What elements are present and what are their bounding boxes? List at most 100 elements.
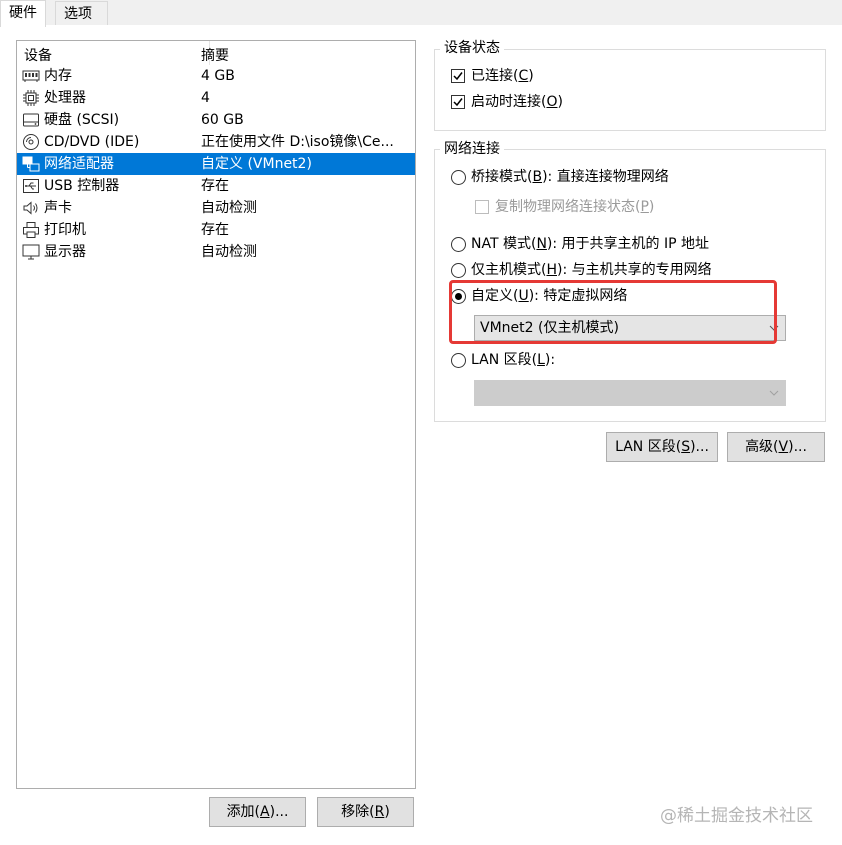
device-row-processor[interactable]: 处理器 4 <box>17 87 415 109</box>
advanced-suffix: )... <box>788 439 807 455</box>
lan-segments-text: LAN 区段( <box>615 439 682 455</box>
connect-at-power-on-checkbox[interactable] <box>451 95 465 109</box>
connect-at-power-on-suffix: ) <box>557 94 563 110</box>
replicate-state-label[interactable]: 复制物理网络连接状态(P) <box>495 198 654 216</box>
device-row-hard-disk[interactable]: 硬盘 (SCSI) 60 GB <box>17 109 415 131</box>
add-access-key: A <box>260 804 270 820</box>
device-row-memory[interactable]: 内存 4 GB <box>17 65 415 87</box>
device-list[interactable]: 设备 摘要 内存 4 GB 处理器 4 硬盘 (SCSI) 60 GB CD/D… <box>16 40 416 789</box>
advanced-button[interactable]: 高级(V)... <box>727 432 825 462</box>
column-header-summary[interactable]: 摘要 <box>201 45 229 65</box>
bridged-text: 桥接模式( <box>471 169 533 185</box>
replicate-state-checkbox[interactable] <box>475 200 489 214</box>
add-label: 添加( <box>226 804 261 820</box>
replicate-state-text: 复制物理网络连接状态( <box>495 199 641 215</box>
bridged-label[interactable]: 桥接模式(B): 直接连接物理网络 <box>471 168 669 186</box>
device-row-display[interactable]: 显示器 自动检测 <box>17 241 415 263</box>
tab-hardware[interactable]: 硬件 <box>0 0 46 27</box>
device-name: 显示器 <box>44 244 86 260</box>
device-name: 声卡 <box>44 200 72 216</box>
usb-icon <box>23 179 39 193</box>
lan-segment-label[interactable]: LAN 区段(L): <box>471 351 555 369</box>
display-icon <box>22 244 40 260</box>
lan-segments-suffix: )... <box>690 439 709 455</box>
nat-text: NAT 模式( <box>471 236 537 252</box>
host-only-label[interactable]: 仅主机模式(H): 与主机共享的专用网络 <box>471 261 712 279</box>
lan-segments-button[interactable]: LAN 区段(S)... <box>606 432 718 462</box>
memory-icon <box>22 70 40 82</box>
connected-suffix: ) <box>528 68 534 84</box>
host-only-access-key: H <box>546 262 557 278</box>
bridged-suffix: ): 直接连接物理网络 <box>542 169 669 185</box>
connected-text: 已连接( <box>471 68 519 84</box>
device-name: 网络适配器 <box>44 156 114 172</box>
bridged-radio[interactable] <box>451 170 466 185</box>
advanced-access-key: V <box>778 439 789 455</box>
advanced-text: 高级( <box>745 439 779 455</box>
watermark: @稀土掘金技术社区 <box>660 806 813 826</box>
device-name: 硬盘 (SCSI) <box>44 112 120 128</box>
device-name: 打印机 <box>44 222 86 238</box>
device-row-cd-dvd[interactable]: CD/DVD (IDE) 正在使用文件 D:\iso镜像\Ce... <box>17 131 415 153</box>
processor-icon <box>23 90 39 106</box>
sound-card-icon <box>23 201 38 215</box>
lan-segment-access-key: L <box>537 352 545 368</box>
device-summary: 自动检测 <box>201 244 257 260</box>
device-name: CD/DVD (IDE) <box>44 134 140 150</box>
network-connection-title: 网络连接 <box>440 140 504 158</box>
lan-segment-suffix: ): <box>544 352 556 368</box>
device-row-sound-card[interactable]: 声卡 自动检测 <box>17 197 415 219</box>
column-header-device[interactable]: 设备 <box>24 45 52 65</box>
tab-options[interactable]: 选项 <box>55 1 108 26</box>
device-name: 处理器 <box>44 90 86 106</box>
lan-segment-text: LAN 区段( <box>471 352 538 368</box>
add-device-button[interactable]: 添加(A)... <box>209 797 306 827</box>
device-summary: 正在使用文件 D:\iso镜像\Ce... <box>201 134 394 150</box>
nat-access-key: N <box>536 236 547 252</box>
connect-at-power-on-label[interactable]: 启动时连接(O) <box>471 93 563 111</box>
device-row-usb[interactable]: USB 控制器 存在 <box>17 175 415 197</box>
device-summary: 自定义 (VMnet2) <box>201 156 312 172</box>
device-name: USB 控制器 <box>44 178 120 194</box>
device-row-printer[interactable]: 打印机 存在 <box>17 219 415 241</box>
device-list-header: 设备 摘要 <box>17 41 415 65</box>
device-summary: 60 GB <box>201 112 244 128</box>
cd-dvd-icon <box>23 134 39 150</box>
host-only-radio[interactable] <box>451 263 466 278</box>
device-status-group <box>434 49 826 131</box>
tab-strip: 硬件 选项 <box>0 0 842 27</box>
printer-icon <box>23 222 39 238</box>
host-only-suffix: ): 与主机共享的专用网络 <box>557 262 712 278</box>
lan-segment-dropdown[interactable] <box>474 380 786 406</box>
remove-device-button[interactable]: 移除(R) <box>317 797 414 827</box>
lan-segment-radio[interactable] <box>451 353 466 368</box>
checkmark-icon <box>453 98 463 107</box>
lan-segments-access-key: S <box>681 439 691 455</box>
remove-access-key: R <box>374 804 385 820</box>
bridged-access-key: B <box>532 169 543 185</box>
device-row-network-adapter[interactable]: 网络适配器 自定义 (VMnet2) <box>17 153 415 175</box>
replicate-state-access-key: P <box>640 199 649 215</box>
device-summary: 存在 <box>201 222 229 238</box>
hardware-panel: 设备 摘要 内存 4 GB 处理器 4 硬盘 (SCSI) 60 GB CD/D… <box>0 25 842 845</box>
nat-suffix: ): 用于共享主机的 IP 地址 <box>546 236 710 252</box>
device-summary: 4 <box>201 90 210 106</box>
hard-disk-icon <box>23 113 39 127</box>
replicate-state-suffix: ) <box>648 199 655 215</box>
nat-radio[interactable] <box>451 237 466 252</box>
checkmark-icon <box>453 72 463 81</box>
add-label-suffix: )... <box>269 804 289 820</box>
device-status-title: 设备状态 <box>440 39 504 57</box>
device-summary: 自动检测 <box>201 200 257 216</box>
chevron-down-icon <box>769 390 779 396</box>
connected-label[interactable]: 已连接(C) <box>471 67 534 85</box>
remove-label-suffix: ) <box>384 804 390 820</box>
connect-at-power-on-text: 启动时连接( <box>471 94 547 110</box>
connected-checkbox[interactable] <box>451 69 465 83</box>
remove-label: 移除( <box>341 804 375 820</box>
connect-at-power-on-access-key: O <box>546 94 558 110</box>
connected-access-key: C <box>518 68 529 84</box>
highlight-annotation-box <box>449 280 777 344</box>
nat-label[interactable]: NAT 模式(N): 用于共享主机的 IP 地址 <box>471 235 709 253</box>
device-summary: 存在 <box>201 178 229 194</box>
